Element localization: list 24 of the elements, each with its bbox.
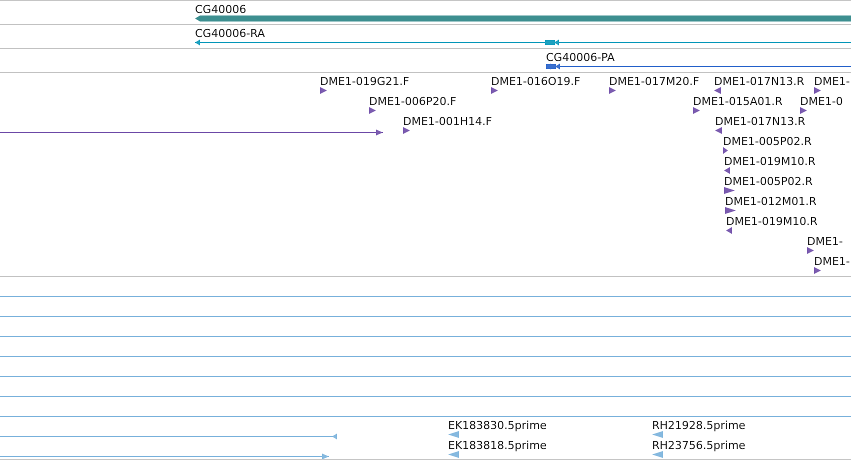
feature-label: DME1- [814,255,850,268]
feature-label: CG40006-RA [195,27,265,40]
feature-label: DME1-017N13.R [714,75,804,88]
feature-label: DME1-012M01.R [725,195,817,208]
feature-label: DME1-017N13.R [715,115,806,128]
feature-label: DME1-016O19.F [491,75,580,88]
feature-label: DME1-005P02.R [723,135,812,148]
feature-label: EK183830.5prime [448,419,547,432]
feature-label: DME1- [807,235,843,248]
feature-label: CG40006-PA [546,51,615,64]
feature-label: DME1-019M10.R [724,155,816,168]
feature-label: DME1-006P20.F [369,95,456,108]
feature-label: DME1-019M10.R [726,215,818,228]
feature-label: DME1-015A01.R [693,95,783,108]
feature-label: DME1-001H14.F [403,115,492,128]
feature-label: DME1-019G21.F [320,75,410,88]
feature-label: EK183818.5prime [448,439,547,452]
feature-label: CG40006 [195,3,246,16]
feature-label: DME1- [814,75,850,88]
feature-label: RH21928.5prime [652,419,746,432]
feature-label: DME1-017M20.F [609,75,700,88]
feature-label: DME1-005P02.R [724,175,813,188]
feature-label: RH23756.5prime [652,439,746,452]
feature-label: DME1-0 [800,95,843,108]
